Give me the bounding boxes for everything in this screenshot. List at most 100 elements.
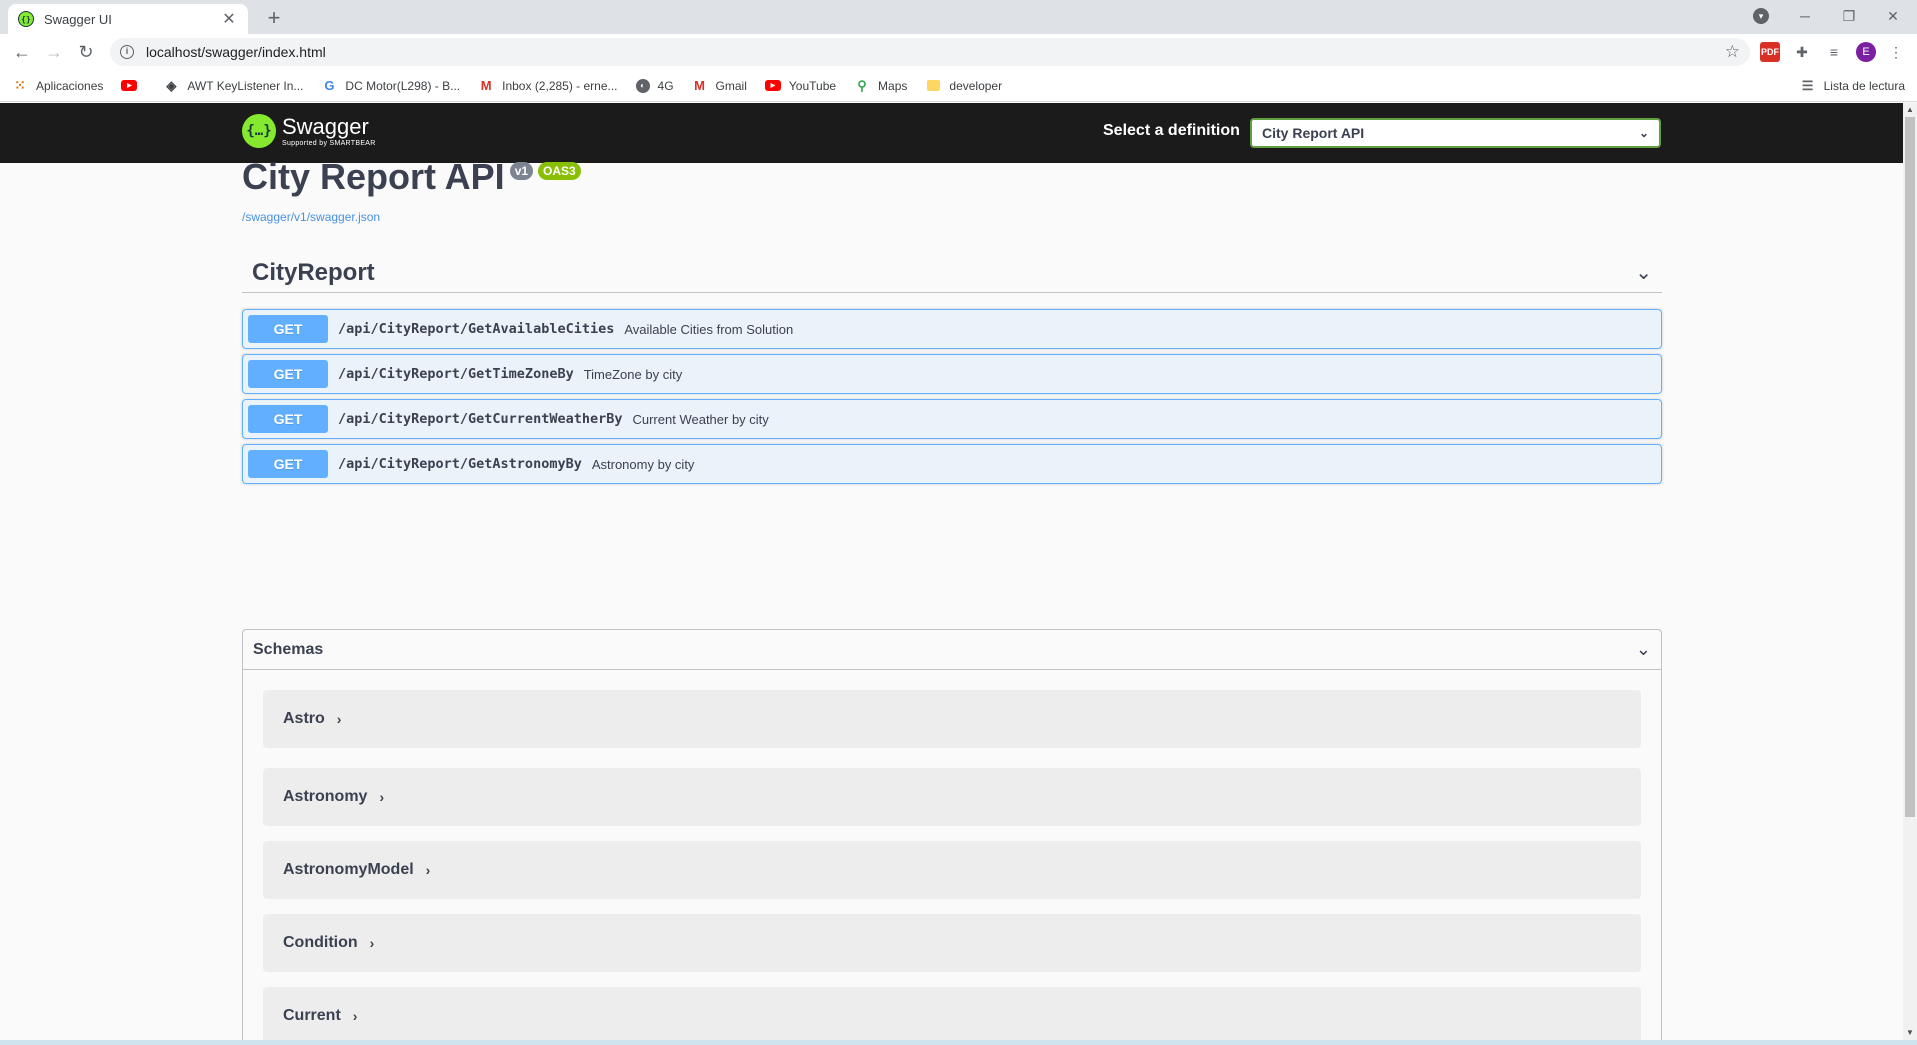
chevron-down-icon[interactable]: ⌄ — [1635, 260, 1652, 285]
method-badge: GET — [248, 360, 328, 388]
browser-tab[interactable]: {} Swagger UI ✕ — [8, 4, 248, 34]
chevron-down-icon: ⌄ — [1638, 126, 1649, 140]
schema-name: Astro — [283, 710, 325, 727]
definition-select-value: City Report API — [1262, 125, 1365, 141]
address-bar[interactable]: i localhost/swagger/index.html ☆ — [110, 38, 1750, 66]
operation-summary: Current Weather by city — [632, 411, 769, 427]
logo-subtitle: Supported by SMARTBEAR — [282, 139, 376, 147]
schemas-title: Schemas — [253, 640, 324, 658]
new-tab-button[interactable]: + — [260, 5, 288, 31]
bookmark-4g[interactable]: ◐ 4G — [635, 78, 674, 93]
bookmark-gmail[interactable]: M Gmail — [692, 78, 747, 94]
bookmark-youtube[interactable]: ▶ YouTube — [764, 79, 836, 93]
chevron-right-icon: › — [379, 789, 385, 805]
tab-search-icon[interactable]: ▾ — [1753, 8, 1769, 24]
bookmark-inbox[interactable]: M Inbox (2,285) - erne... — [478, 78, 618, 94]
swagger-favicon-icon: {} — [18, 11, 34, 27]
scroll-thumb[interactable] — [1905, 117, 1915, 817]
spec-json-link[interactable]: /swagger/v1/swagger.json — [242, 210, 380, 224]
page-title: City Report API — [242, 156, 505, 197]
method-badge: GET — [248, 450, 328, 478]
chevron-right-icon: › — [369, 935, 375, 951]
logo-name: Swagger — [282, 113, 369, 139]
schemas-section: Schemas ⌄ Astro › Astronomy › AstronomyM… — [242, 629, 1662, 1040]
restore-icon[interactable]: ❐ — [1827, 2, 1871, 30]
bookmark-maps[interactable]: ⚲ Maps — [854, 78, 907, 94]
method-badge: GET — [248, 405, 328, 433]
version-badge: v1 — [509, 162, 534, 180]
schemas-header[interactable]: Schemas ⌄ — [243, 630, 1661, 670]
definition-select[interactable]: City Report API ⌄ — [1250, 118, 1661, 148]
media-queue-icon[interactable]: ≡ — [1824, 42, 1844, 62]
browser-tab-strip: {} Swagger UI ✕ + ▾ ─ ❐ ✕ — [0, 0, 1917, 34]
url-text: localhost/swagger/index.html — [146, 44, 326, 60]
gmail-icon: M — [694, 78, 705, 93]
operation-path: /api/CityReport/GetTimeZoneBy — [338, 366, 574, 382]
schema-name: Condition — [283, 934, 358, 951]
google-icon: G — [324, 78, 335, 93]
schema-current[interactable]: Current › — [263, 987, 1641, 1040]
schema-name: AstronomyModel — [283, 861, 414, 878]
tab-close-icon[interactable]: ✕ — [220, 9, 238, 29]
select-definition-label: Select a definition — [1103, 122, 1240, 139]
schema-name: Astronomy — [283, 788, 368, 805]
schema-astro[interactable]: Astro › — [263, 690, 1641, 748]
window-close-icon[interactable]: ✕ — [1871, 2, 1915, 30]
bookmark-youtube-shortcut[interactable]: ▶ — [121, 80, 145, 91]
schema-astronomy-model[interactable]: AstronomyModel › — [263, 841, 1641, 899]
chevron-right-icon: › — [352, 1008, 358, 1024]
reading-list-icon: ☰ — [1801, 78, 1814, 93]
oas-badge: OAS3 — [538, 162, 581, 180]
profile-avatar[interactable]: E — [1856, 42, 1876, 62]
operation-path: /api/CityReport/GetAvailableCities — [338, 321, 615, 337]
operation-get-timezone[interactable]: GET /api/CityReport/GetTimeZoneBy TimeZo… — [242, 354, 1662, 394]
bookmark-developer-folder[interactable]: developer — [925, 78, 1002, 94]
bookmark-apps[interactable]: ⁙ Aplicaciones — [12, 77, 103, 94]
operation-get-current-weather[interactable]: GET /api/CityReport/GetCurrentWeatherBy … — [242, 399, 1662, 439]
schema-astronomy[interactable]: Astronomy › — [263, 768, 1641, 826]
pdf-extension-icon[interactable]: PDF — [1760, 42, 1780, 62]
operation-summary: Astronomy by city — [591, 456, 695, 472]
page-scrollbar[interactable]: ▲ ▼ — [1903, 103, 1917, 1040]
globe-icon: ◐ — [635, 78, 650, 93]
tag-name: CityReport — [252, 258, 375, 286]
schema-name: Current — [283, 1007, 341, 1024]
scroll-down-icon[interactable]: ▼ — [1903, 1026, 1917, 1040]
extensions-puzzle-icon[interactable]: ✚ — [1792, 42, 1812, 62]
swagger-logo-icon: {…} — [242, 114, 276, 148]
operation-path: /api/CityReport/GetAstronomyBy — [338, 456, 582, 472]
swagger-logo[interactable]: {…} Swagger Supported by SMARTBEAR — [242, 114, 376, 148]
reading-list-button[interactable]: ☰ Lista de lectura — [1800, 70, 1905, 102]
chevron-right-icon: › — [425, 862, 431, 878]
operation-get-available-cities[interactable]: GET /api/CityReport/GetAvailableCities A… — [242, 309, 1662, 349]
awt-icon: ◈ — [166, 77, 177, 93]
bookmark-awt-keylistener[interactable]: ◈ AWT KeyListener In... — [163, 78, 303, 94]
chevron-down-icon[interactable]: ⌄ — [1636, 639, 1651, 660]
operation-get-astronomy[interactable]: GET /api/CityReport/GetAstronomyBy Astro… — [242, 444, 1662, 484]
back-icon[interactable]: ← — [10, 40, 34, 64]
tag-section-header[interactable]: CityReport ⌄ — [242, 253, 1662, 293]
youtube-icon: ▶ — [121, 80, 138, 91]
schema-condition[interactable]: Condition › — [263, 914, 1641, 972]
youtube-icon: ▶ — [764, 80, 781, 91]
reload-icon[interactable]: ↻ — [74, 40, 98, 64]
method-badge: GET — [248, 315, 328, 343]
folder-icon — [925, 78, 941, 94]
operation-summary: Available Cities from Solution — [624, 321, 794, 337]
bookmark-star-icon[interactable]: ☆ — [1725, 42, 1740, 62]
minimize-icon[interactable]: ─ — [1783, 2, 1827, 30]
apps-grid-icon: ⁙ — [14, 77, 26, 93]
operation-path: /api/CityReport/GetCurrentWeatherBy — [338, 411, 623, 427]
gmail-icon: M — [480, 78, 492, 93]
operation-summary: TimeZone by city — [583, 366, 683, 382]
bookmark-dc-motor[interactable]: G DC Motor(L298) - B... — [321, 78, 460, 94]
tab-title: Swagger UI — [44, 11, 112, 27]
browser-menu-icon[interactable]: ⋮ — [1886, 42, 1906, 62]
scroll-up-icon[interactable]: ▲ — [1903, 103, 1917, 117]
browser-toolbar: ← → ↻ i localhost/swagger/index.html ☆ P… — [0, 34, 1917, 70]
site-info-icon[interactable]: i — [120, 45, 134, 59]
api-info: City Report API v1 OAS3 — [242, 153, 581, 201]
page-viewport: {…} Swagger Supported by SMARTBEAR Selec… — [0, 103, 1903, 1040]
bookmarks-bar: ⁙ Aplicaciones ▶ ◈ AWT KeyListener In... G… — [0, 70, 1917, 102]
forward-icon[interactable]: → — [42, 40, 66, 64]
